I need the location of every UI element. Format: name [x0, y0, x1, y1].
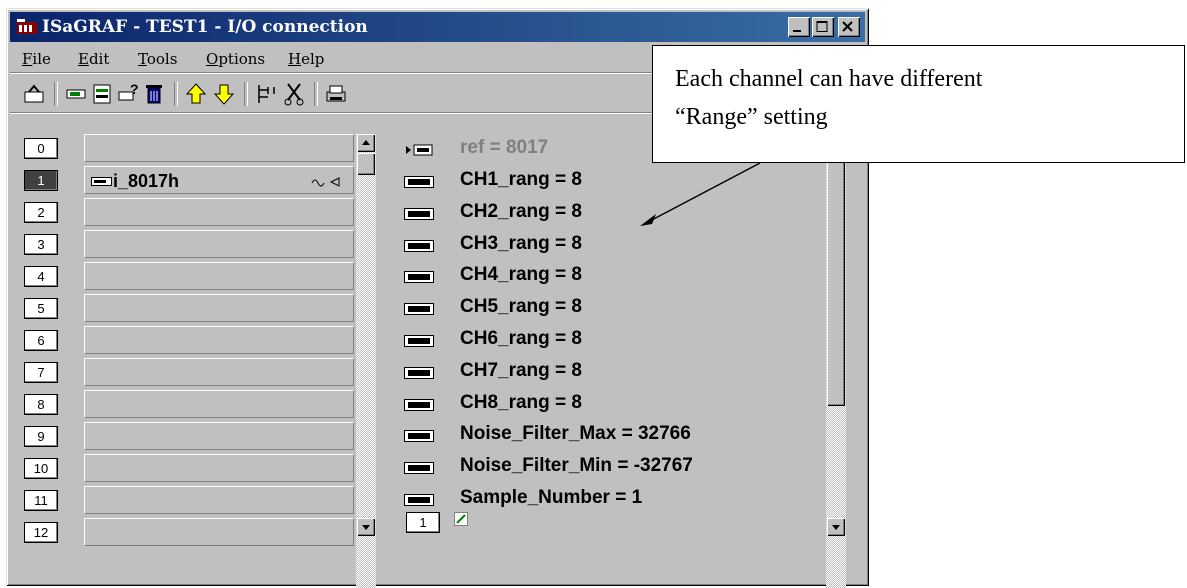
slot-cell[interactable] [84, 134, 354, 162]
menu-file[interactable]: File [22, 50, 51, 68]
scroll-down-button[interactable] [357, 518, 375, 536]
arrow-down-small-icon [832, 525, 840, 530]
slot-number[interactable]: 0 [24, 138, 58, 159]
svg-text:?: ? [130, 82, 139, 97]
slot-number[interactable]: 3 [24, 234, 58, 255]
close-button[interactable] [838, 17, 860, 37]
param-label: CH6_rang = 8 [460, 328, 582, 349]
slot-number[interactable]: 4 [24, 266, 58, 287]
trash-icon[interactable] [142, 82, 166, 106]
slot-cell[interactable]: i_8017h [84, 166, 354, 194]
param-label: CH5_rang = 8 [460, 296, 582, 318]
menu-help[interactable]: Help [288, 50, 324, 68]
param-scroll-thumb[interactable] [827, 134, 845, 406]
scroll-thumb[interactable] [357, 153, 375, 175]
ref-icon [406, 144, 433, 156]
print-icon[interactable] [324, 82, 348, 106]
minimize-icon [793, 30, 801, 32]
toolbar-separator [54, 82, 58, 106]
slot-cell[interactable] [84, 198, 354, 226]
title-bar[interactable]: ISaGRAF - TEST1 - I/O connection [10, 12, 865, 42]
param-label: Sample_Number = 1 [460, 487, 643, 508]
toolbar-separator [244, 82, 248, 106]
callout-line-1: Each channel can have different [675, 66, 983, 92]
integer-param-icon [404, 430, 434, 443]
param-label: CH3_rang = 8 [460, 232, 582, 254]
connect-board-icon[interactable] [64, 82, 88, 106]
edit-icon[interactable] [454, 512, 468, 526]
scroll-up-button[interactable] [357, 134, 375, 152]
slot-cell[interactable] [84, 390, 354, 418]
integer-param-icon [404, 366, 434, 379]
slot-cell[interactable] [84, 422, 354, 450]
integer-param-icon [404, 239, 434, 252]
integer-param-icon [404, 462, 434, 475]
integer-param-icon [404, 398, 434, 411]
param-label: CH7_rang = 8 [460, 359, 582, 381]
slot-number[interactable]: 6 [24, 330, 58, 351]
maximize-icon [816, 21, 828, 32]
cut-icon[interactable] [282, 82, 306, 106]
slot-number[interactable]: 9 [24, 426, 58, 447]
slot-cell[interactable] [84, 518, 354, 546]
board-params-icon[interactable] [90, 82, 114, 106]
integer-param-icon [404, 303, 434, 316]
slot-number[interactable]: 5 [24, 298, 58, 319]
arrow-up-small-icon [362, 140, 370, 145]
ref-label: ref = 8017 [460, 137, 549, 158]
slot-number[interactable]: 8 [24, 394, 58, 415]
tree-icon[interactable] [254, 82, 278, 106]
analog-input-icon [311, 177, 340, 187]
slot-cell[interactable] [84, 294, 354, 322]
maximize-button[interactable] [812, 17, 834, 37]
integer-param-icon [404, 494, 434, 506]
slot-cell[interactable] [84, 454, 354, 482]
menu-options[interactable]: Options [206, 50, 265, 68]
arrow-down-icon[interactable] [212, 82, 236, 106]
window-title: ISaGRAF - TEST1 - I/O connection [42, 17, 368, 37]
minimize-button[interactable] [788, 17, 810, 37]
param-label: Noise_Filter_Min = -32767 [460, 455, 693, 477]
param-label: CH1_rang = 8 [460, 169, 582, 190]
param-scroll-down-button[interactable] [827, 518, 845, 536]
slot-number[interactable]: 11 [24, 490, 58, 511]
arrow-down-small-icon [362, 525, 370, 530]
slot-number[interactable]: 12 [24, 522, 58, 543]
integer-param-icon [404, 271, 434, 284]
slot-cell[interactable] [84, 486, 354, 514]
slot-cell[interactable] [84, 230, 354, 258]
open-icon[interactable] [22, 82, 46, 106]
board-icon [91, 177, 112, 186]
slot-scrollbar[interactable] [356, 134, 376, 588]
integer-param-icon [404, 335, 434, 347]
slot-cell[interactable] [84, 358, 354, 386]
param-label: CH4_rang = 8 [460, 264, 582, 286]
param-label: CH2_rang = 8 [460, 200, 582, 222]
help-board-icon[interactable]: ? [116, 82, 140, 106]
callout-line-2: “Range” setting [675, 104, 828, 130]
arrow-up-icon[interactable] [184, 82, 208, 106]
param-scrollbar[interactable] [826, 134, 846, 588]
app-icon [17, 19, 37, 34]
integer-param-icon [404, 176, 434, 188]
param-label: Noise_Filter_Max = 32766 [460, 423, 691, 445]
slot-cell[interactable] [84, 326, 354, 354]
toolbar-separator [174, 82, 178, 106]
slot-number[interactable]: 7 [24, 362, 58, 383]
slot-cell[interactable] [84, 262, 354, 290]
slot-number[interactable]: 2 [24, 202, 58, 223]
menu-edit[interactable]: Edit [78, 50, 109, 68]
slot-number[interactable]: 1 [24, 170, 58, 191]
integer-param-icon [404, 207, 434, 220]
slot-board-name: i_8017h [113, 171, 180, 191]
callout-box: Each channel can have different “Range” … [652, 45, 1185, 163]
channel-number[interactable]: 1 [406, 512, 440, 533]
param-label: CH8_rang = 8 [460, 391, 582, 413]
toolbar-separator [314, 82, 318, 106]
slot-number[interactable]: 10 [24, 458, 58, 479]
close-icon [842, 21, 853, 32]
menu-tools[interactable]: Tools [138, 50, 177, 68]
